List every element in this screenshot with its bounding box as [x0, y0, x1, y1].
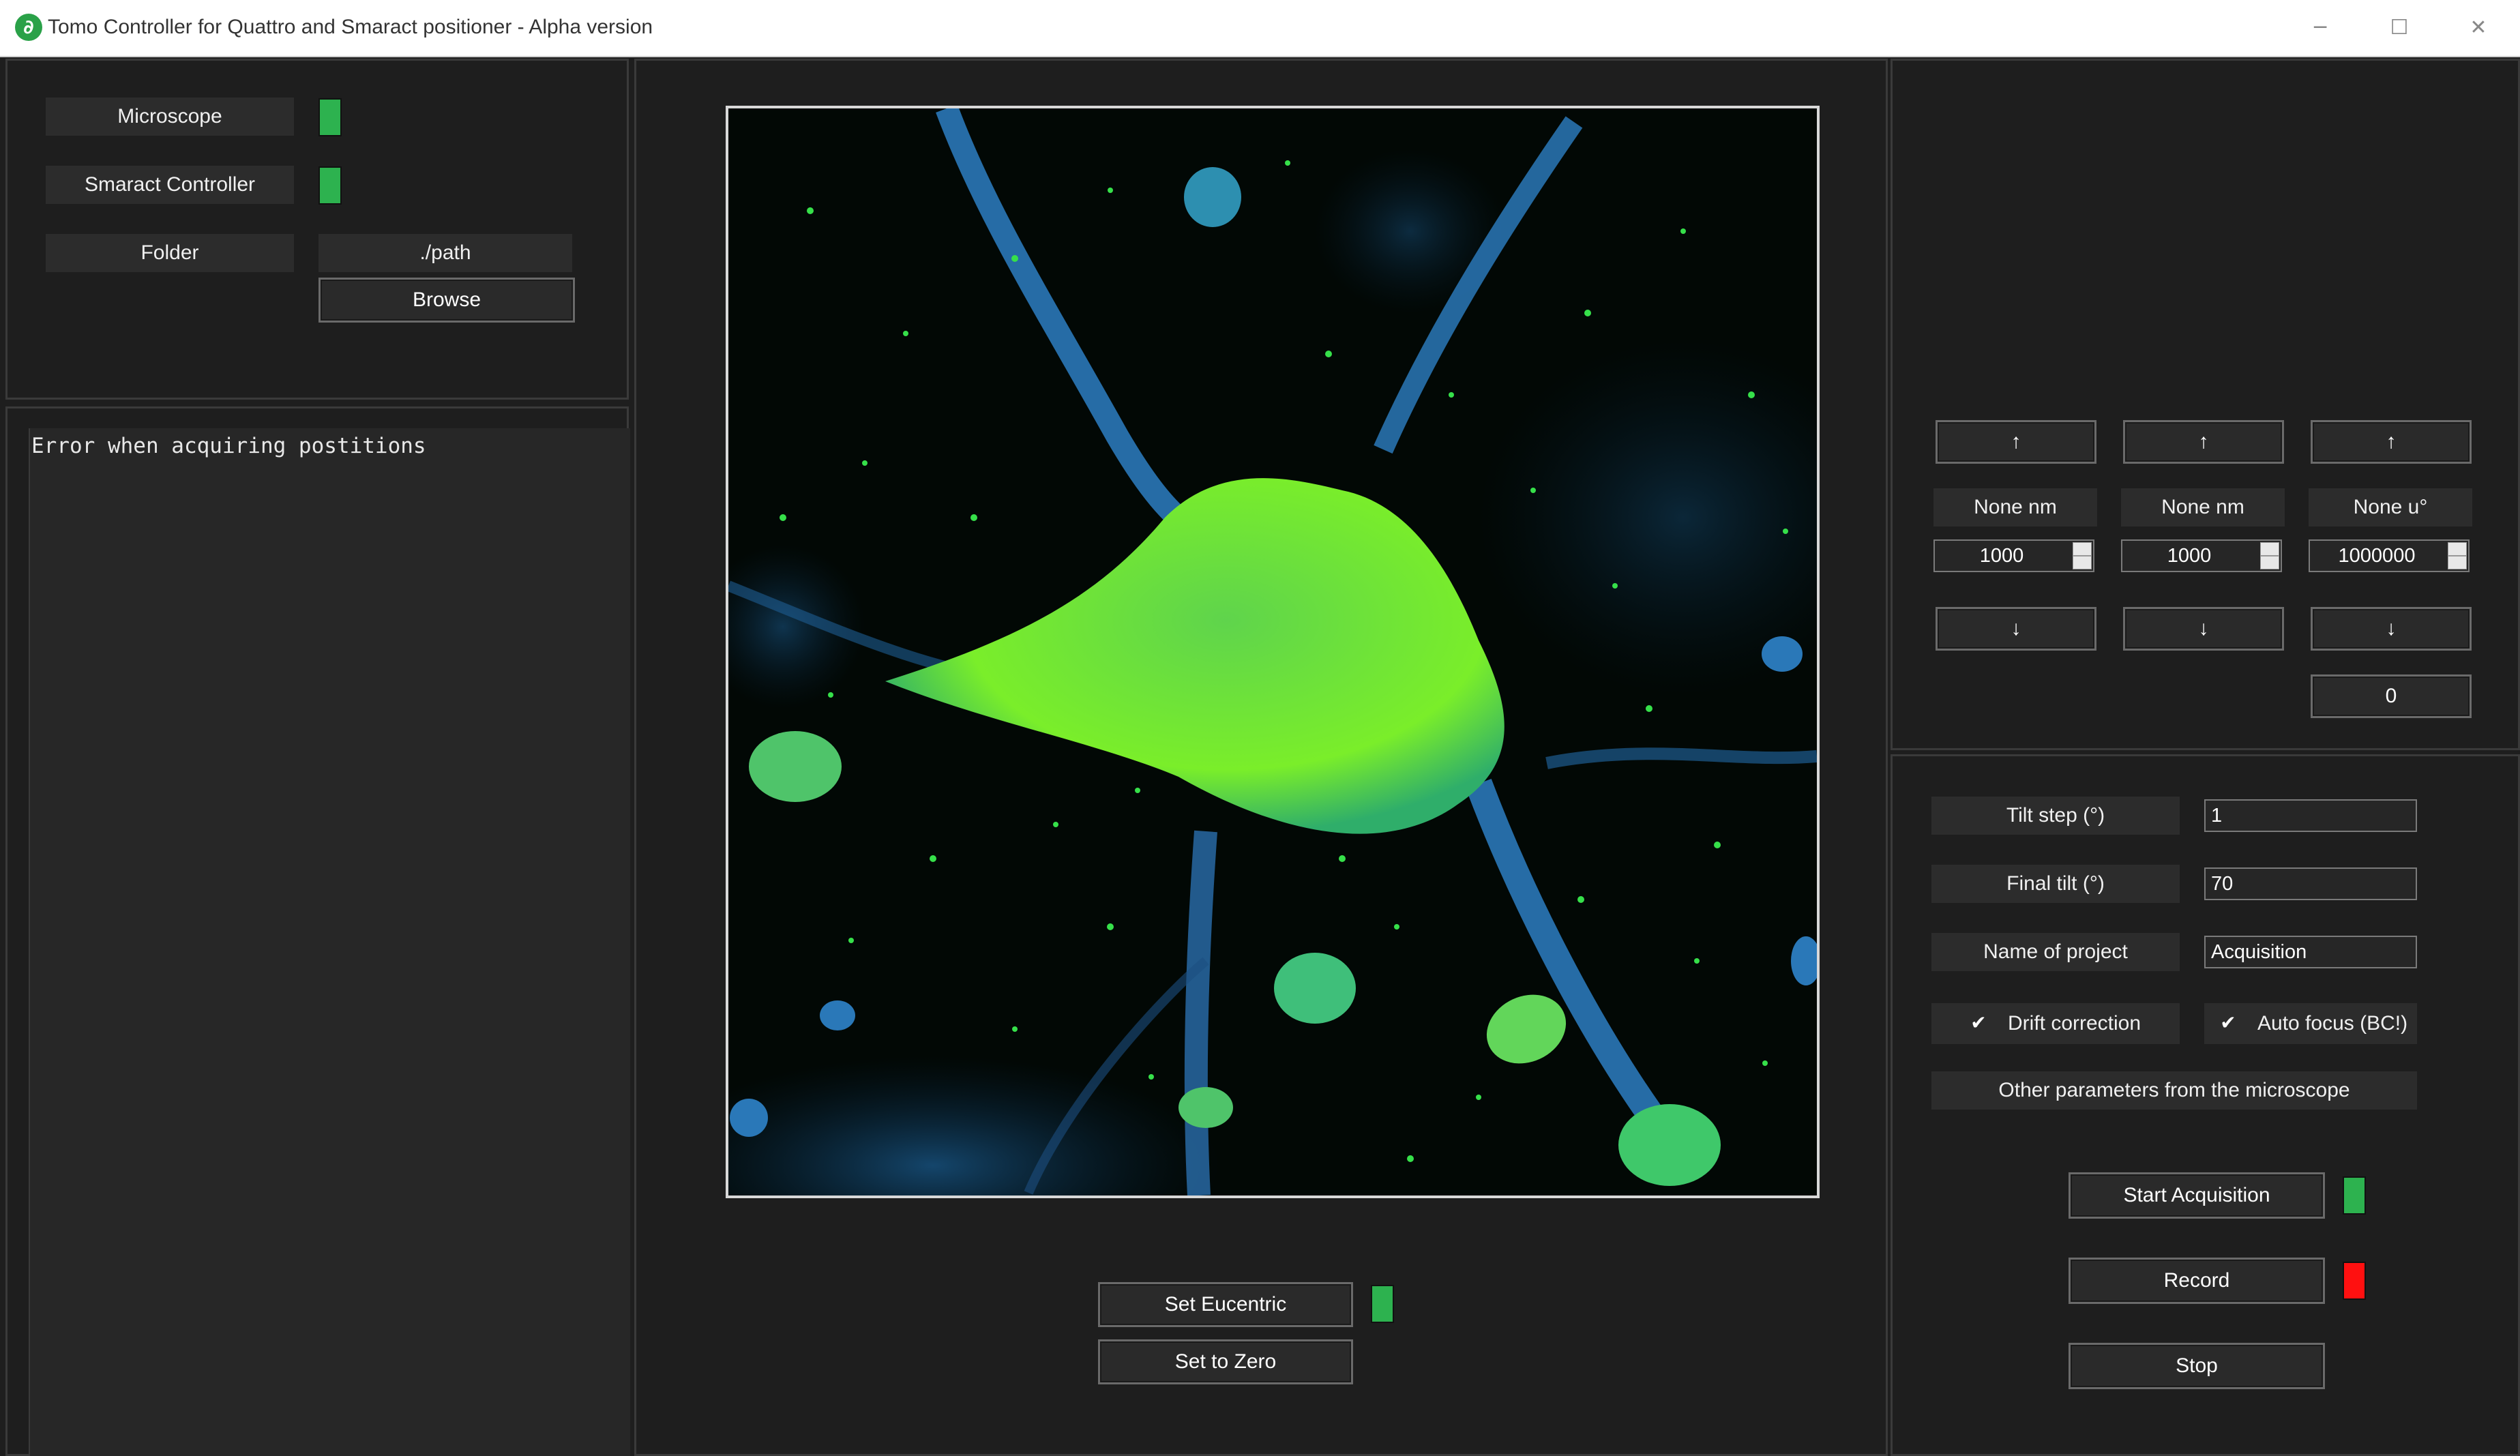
- drift-correction-label: Drift correction: [2008, 1012, 2141, 1035]
- acquisition-panel: Tilt step (°) 1 Final tilt (°) 70 Name o…: [1891, 754, 2520, 1456]
- drift-correction-checkbox[interactable]: ✔: [1968, 1013, 1989, 1033]
- spin-up-icon[interactable]: [2448, 542, 2467, 556]
- spin-down-icon[interactable]: [2260, 556, 2279, 569]
- axis3-step-spinbox[interactable]: 1000000: [2309, 539, 2470, 572]
- spin-down-icon[interactable]: [2448, 556, 2467, 569]
- microscope-label: Microscope: [46, 98, 294, 136]
- axis2-spin-arrows[interactable]: [2260, 542, 2279, 569]
- axis1-step-spinbox[interactable]: 1000: [1933, 539, 2094, 572]
- stop-button[interactable]: Stop: [2069, 1343, 2325, 1389]
- set-to-zero-button[interactable]: Set to Zero: [1098, 1339, 1353, 1384]
- other-parameters-label: Other parameters from the microscope: [1931, 1071, 2417, 1110]
- axis3-step-value[interactable]: 1000000: [2310, 541, 2444, 571]
- start-acquisition-button[interactable]: Start Acquisition: [2069, 1172, 2325, 1219]
- axis2-down-button[interactable]: ↓: [2123, 607, 2284, 651]
- axis1-readout: None nm: [1933, 488, 2097, 526]
- tilt-step-input[interactable]: 1: [2204, 799, 2417, 832]
- project-name-label: Name of project: [1931, 933, 2180, 971]
- final-tilt-label: Final tilt (°): [1931, 865, 2180, 903]
- axis1-down-button[interactable]: ↓: [1936, 607, 2096, 651]
- console-message: Error when acquiring postitions: [31, 434, 426, 458]
- spin-up-icon[interactable]: [2260, 542, 2279, 556]
- drift-correction-option[interactable]: ✔ Drift correction: [1931, 1003, 2180, 1044]
- project-name-input[interactable]: Acquisition: [2204, 936, 2417, 968]
- eucentric-status-indicator: [1371, 1285, 1394, 1323]
- smaract-status-indicator: [318, 166, 342, 205]
- smaract-label: Smaract Controller: [46, 166, 294, 204]
- positioner-panel: ↑ None nm 1000 ↓ ↑ None nm 1000 ↓ ↑ None…: [1891, 59, 2520, 750]
- maximize-icon[interactable]: ☐: [2365, 7, 2433, 49]
- acquisition-status-indicator: [2343, 1176, 2366, 1215]
- autofocus-option[interactable]: ✔ Auto focus (BC!): [2204, 1003, 2417, 1044]
- cell-image-graphic: [728, 108, 1817, 1195]
- close-icon[interactable]: ✕: [2444, 7, 2512, 49]
- axis1-step-value[interactable]: 1000: [1935, 541, 2069, 571]
- final-tilt-input[interactable]: 70: [2204, 867, 2417, 900]
- autofocus-label: Auto focus (BC!): [2257, 1012, 2408, 1035]
- browse-button[interactable]: Browse: [318, 278, 575, 323]
- axis2-step-value[interactable]: 1000: [2122, 541, 2256, 571]
- console-log: Error when acquiring postitions: [29, 428, 630, 1456]
- axis3-spin-arrows[interactable]: [2448, 542, 2467, 569]
- minimize-icon[interactable]: ─: [2286, 7, 2354, 49]
- folder-label: Folder: [46, 234, 294, 272]
- window-title: Tomo Controller for Quattro and Smaract …: [48, 16, 653, 38]
- axis3-down-button[interactable]: ↓: [2311, 607, 2472, 651]
- rotation-value-field[interactable]: 0: [2311, 674, 2472, 718]
- axis3-readout: None u°: [2309, 488, 2472, 526]
- connections-panel: Microscope Smaract Controller Folder ./p…: [5, 59, 629, 400]
- microscope-image: [726, 106, 1820, 1198]
- axis2-step-spinbox[interactable]: 1000: [2121, 539, 2282, 572]
- autofocus-checkbox[interactable]: ✔: [2218, 1013, 2238, 1033]
- folder-path: ./path: [318, 234, 572, 272]
- axis2-readout: None nm: [2121, 488, 2285, 526]
- axis3-up-button[interactable]: ↑: [2311, 420, 2472, 464]
- set-eucentric-button[interactable]: Set Eucentric: [1098, 1282, 1353, 1327]
- axis2-up-button[interactable]: ↑: [2123, 420, 2284, 464]
- record-status-indicator: [2343, 1262, 2366, 1300]
- tilt-step-label: Tilt step (°): [1931, 797, 2180, 835]
- axis1-spin-arrows[interactable]: [2073, 542, 2092, 569]
- axis1-up-button[interactable]: ↑: [1936, 420, 2096, 464]
- record-button[interactable]: Record: [2069, 1258, 2325, 1304]
- microscope-status-indicator: [318, 98, 342, 136]
- spin-up-icon[interactable]: [2073, 542, 2092, 556]
- app-logo-icon: ∂: [15, 14, 42, 41]
- title-bar: ∂ Tomo Controller for Quattro and Smarac…: [0, 0, 2520, 57]
- spin-down-icon[interactable]: [2073, 556, 2092, 569]
